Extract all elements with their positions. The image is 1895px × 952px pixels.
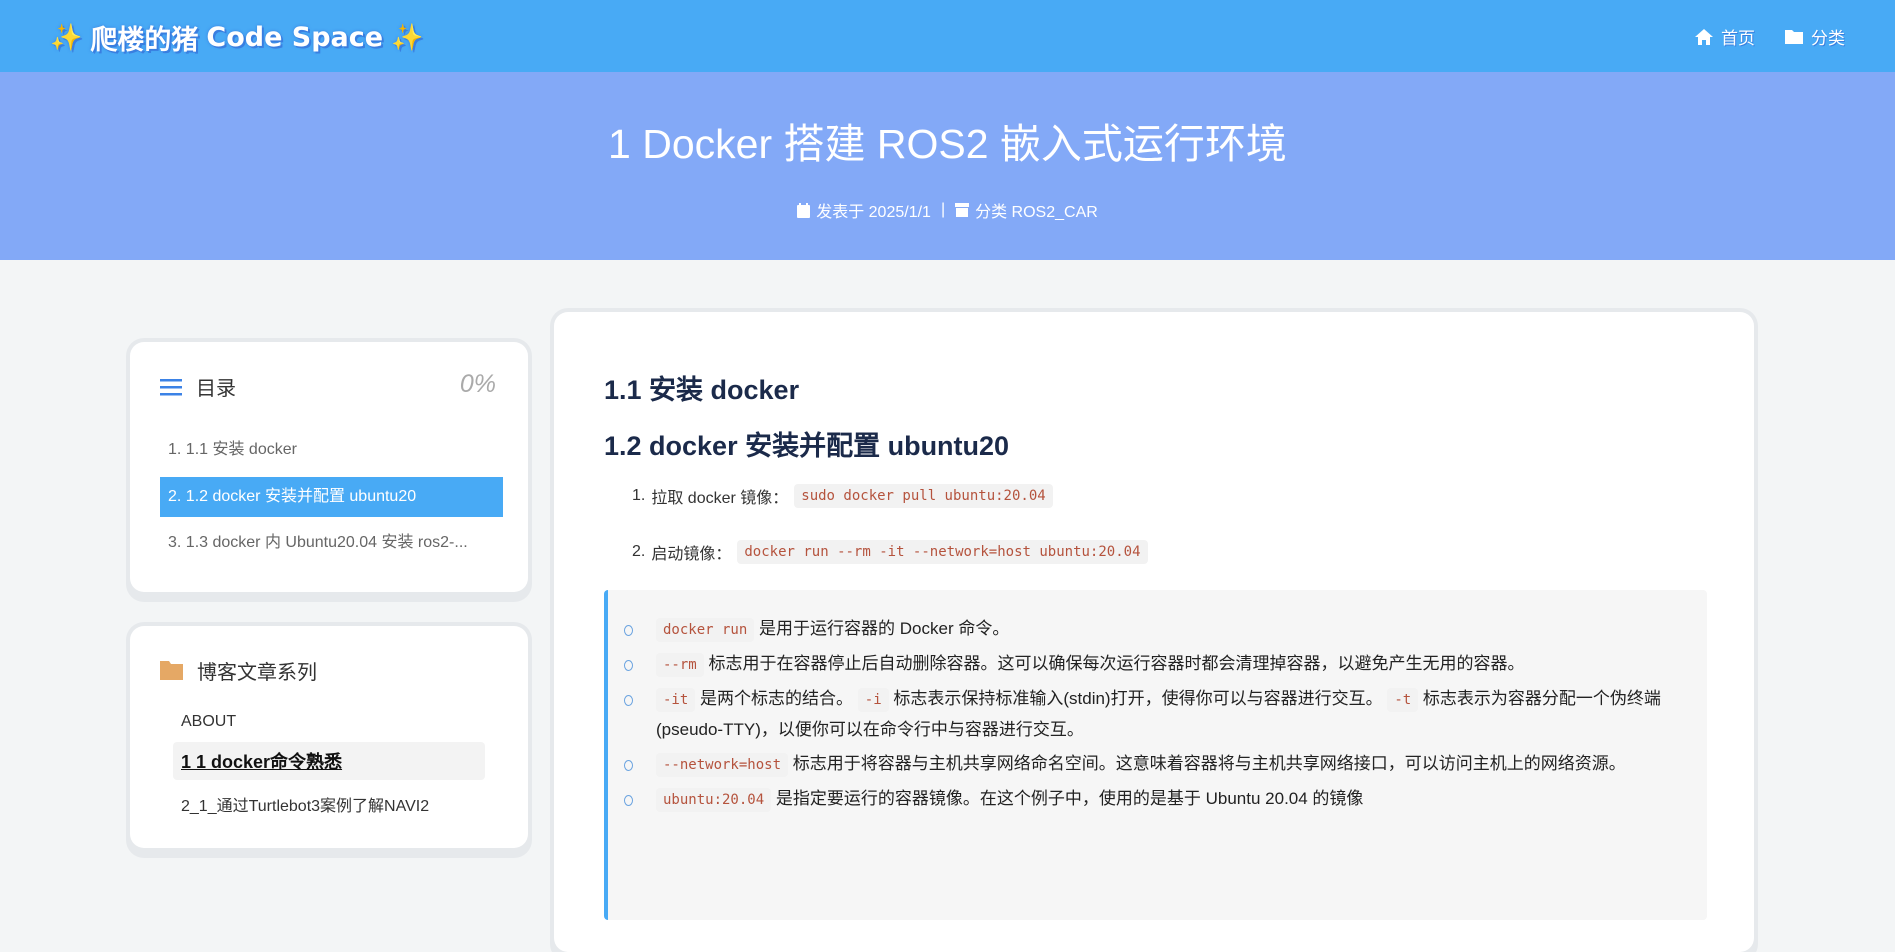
nav-categories-label: 分类 [1811,29,1845,48]
inline-code: -i [857,688,889,712]
nav-home[interactable]: 首页 [1695,24,1755,49]
folder-icon [160,661,183,680]
explanation-blockquote: docker run 是用于运行容器的 Docker 命令。 --rm 标志用于… [604,590,1707,920]
step-item: 2. 启动镜像： docker run --rm -it --network=hos… [632,540,1148,564]
calendar-icon [797,202,811,218]
bullet-item: --network=host 标志用于将容器与主机共享网络命名空间。这意味着容器… [624,749,1686,780]
bullet-text: 标志用于将容器与主机共享网络命名空间。这意味着容器将与主机共享网络接口，可以访问… [792,754,1626,773]
step-text: 拉取 docker 镜像： [651,490,789,507]
toc-card: 目录 0% 1. 1.1 安装 docker 2. 1.2 docker 安装并… [130,342,528,592]
bullet-item: docker run 是用于运行容器的 Docker 命令。 [624,614,1686,645]
list-icon [160,378,182,395]
home-icon [1695,28,1713,45]
series-item-current[interactable]: 1 1 docker命令熟悉 [173,742,485,780]
inline-code: sudo docker pull ubuntu:20.04 [794,484,1053,508]
meta-separator: | [940,201,946,218]
inline-code: --rm [656,653,704,677]
top-navbar: ✨ 爬楼的猪 Code Space ✨ 首页 分类 [0,0,1895,72]
inline-code: docker run [656,618,755,642]
bullet-item: --rm 标志用于在容器停止后自动删除容器。这可以确保每次运行容器时都会清理掉容… [624,649,1686,680]
post-category[interactable]: 分类 ROS2_CAR [975,198,1098,222]
inline-code: -t [1387,688,1419,712]
inline-code: ubuntu:20.04 [656,788,772,812]
toc-item[interactable]: 1. 1.1 安装 docker [160,430,503,470]
inline-code: --network=host [656,753,789,777]
series-title: 博客文章系列 [197,662,317,684]
series-item[interactable]: 2_1_通过Turtlebot3案例了解NAVI2 [173,786,485,822]
step-num: 2. [632,543,646,560]
step-item: 1. 拉取 docker 镜像： sudo docker pull ubuntu:2… [632,484,1053,508]
bullet-text: 是两个标志的结合。 [700,689,854,708]
sparkle-icon: ✨ [50,22,83,52]
brand-en: Code Space [206,22,384,53]
toc-item-active[interactable]: 2. 1.2 docker 安装并配置 ubuntu20 [160,477,503,517]
inline-code: docker run --rm -it --network=host ubunt… [737,540,1148,564]
bullet-text: 是指定要运行的容器镜像。在这个例子中，使用的是基于 Ubuntu 20.04 的… [775,789,1364,808]
inline-code: -it [656,688,696,712]
nav-categories[interactable]: 分类 [1785,24,1845,49]
heading-1-2: 1.2 docker 安装并配置 ubuntu20 [604,431,1010,461]
nav-home-label: 首页 [1721,29,1755,48]
step-num: 1. [632,487,646,504]
brand-cn: 爬楼的猪 [90,25,199,55]
bullet-item: ubuntu:20.04 是指定要运行的容器镜像。在这个例子中，使用的是基于 U… [624,784,1686,815]
sparkle-icon: ✨ [391,22,424,52]
bullet-text: 是用于运行容器的 Docker 命令。 [759,619,1010,638]
step-text: 启动镜像： [651,546,732,563]
toc-progress: 0% [459,370,496,398]
folder-icon [1785,30,1803,44]
toc-item[interactable]: 3. 1.3 docker 内 Ubuntu20.04 安装 ros2-... [160,523,503,563]
bullet-item: -it 是两个标志的结合。 -i 标志表示保持标准输入(stdin)打开，使得你… [624,684,1686,745]
series-card: 博客文章系列 ABOUT 1 1 docker命令熟悉 2_1_通过Turtle… [130,626,528,848]
site-brand[interactable]: ✨ 爬楼的猪 Code Space ✨ [50,18,423,57]
post-date: 发表于 2025/1/1 [816,204,931,221]
toc-title: 目录 [196,378,236,400]
post-title: 1 Docker 搭建 ROS2 嵌入式运行环境 [608,121,1287,167]
bullet-text: 标志表示保持标准输入(stdin)打开，使得你可以与容器进行交互。 [893,689,1383,708]
series-item[interactable]: ABOUT [173,707,485,737]
article-card: 1.1 安装 docker 1.2 docker 安装并配置 ubuntu20 … [554,312,1754,952]
post-hero: 1 Docker 搭建 ROS2 嵌入式运行环境 发表于 2025/1/1 | … [0,72,1895,260]
archive-icon [955,203,970,217]
bullet-text: 标志用于在容器停止后自动删除容器。这可以确保每次运行容器时都会清理掉容器，以避免… [708,654,1525,673]
heading-1-1: 1.1 安装 docker [604,375,800,405]
